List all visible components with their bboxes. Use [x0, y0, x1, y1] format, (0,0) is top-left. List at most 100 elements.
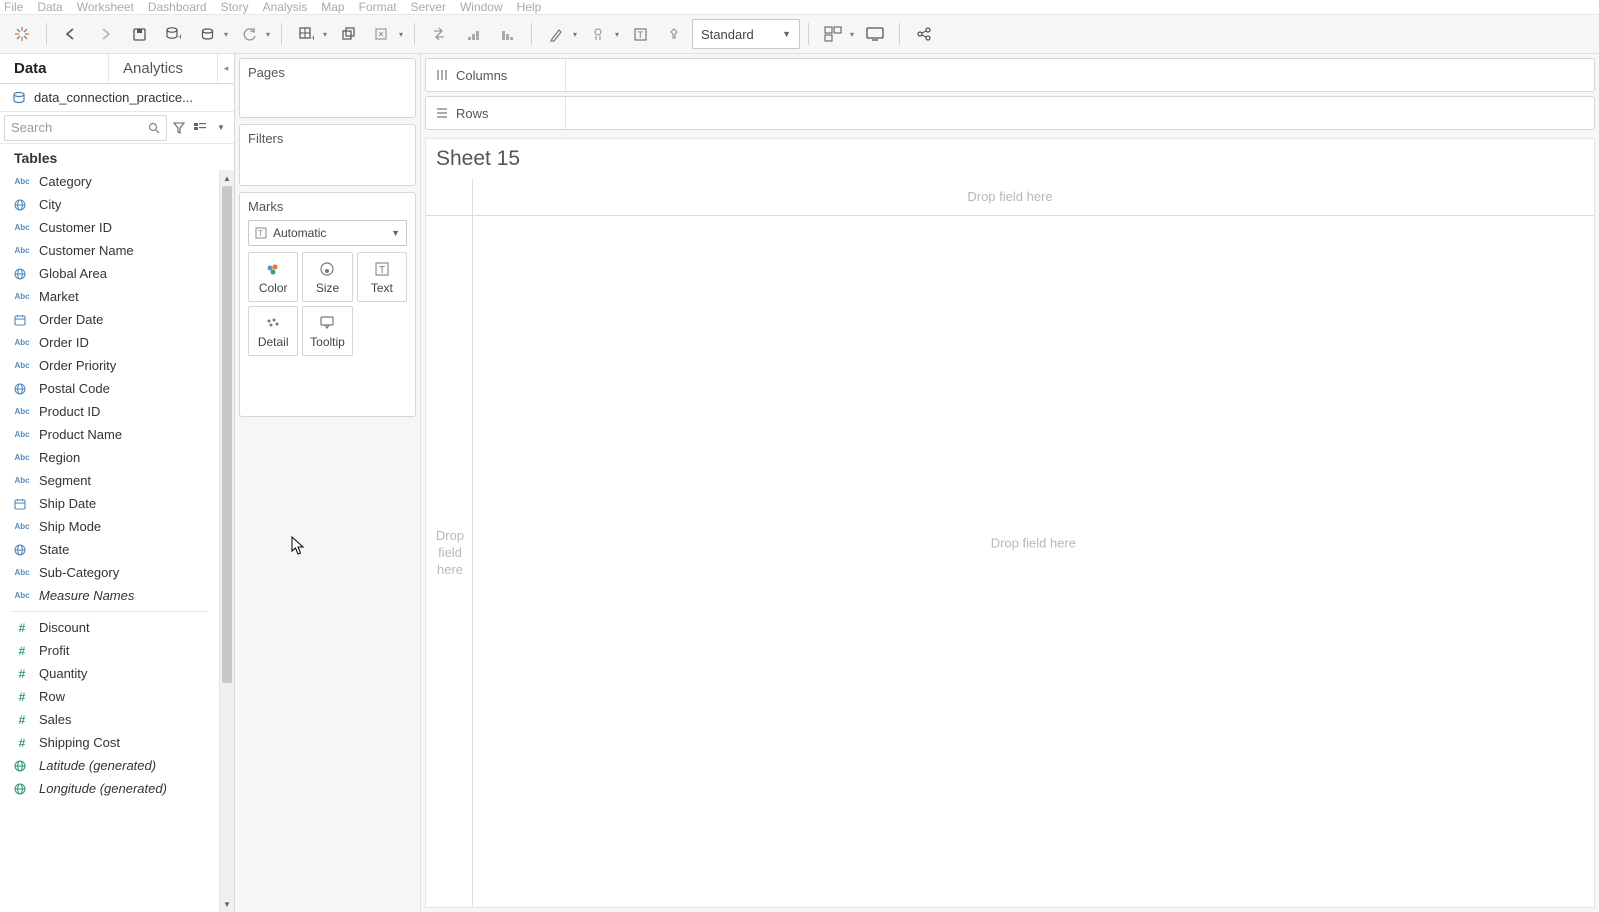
marks-text-button[interactable]: T Text — [357, 252, 407, 302]
field-customer-id[interactable]: AbcCustomer ID — [0, 216, 219, 239]
field-quantity[interactable]: #Quantity — [0, 662, 219, 685]
field-customer-name[interactable]: AbcCustomer Name — [0, 239, 219, 262]
dropdown-caret-icon[interactable]: ▾ — [396, 30, 406, 39]
dropdown-caret-icon[interactable]: ▼ — [212, 116, 230, 140]
field-order-priority[interactable]: AbcOrder Priority — [0, 354, 219, 377]
field-product-id[interactable]: AbcProduct ID — [0, 400, 219, 423]
menu-file[interactable]: File — [4, 0, 23, 14]
dropdown-caret-icon[interactable]: ▾ — [221, 30, 231, 39]
highlight-button[interactable] — [540, 19, 572, 49]
refresh-button[interactable] — [233, 19, 265, 49]
drop-hint-rows: Dropfieldhere — [428, 528, 472, 579]
menu-story[interactable]: Story — [221, 0, 249, 14]
dropdown-caret-icon[interactable]: ▾ — [847, 30, 857, 39]
columns-shelf[interactable]: Columns — [425, 58, 1595, 92]
field-product-name[interactable]: AbcProduct Name — [0, 423, 219, 446]
automatic-mark-icon: T — [255, 227, 267, 239]
tooltip-icon — [319, 314, 335, 332]
view-list-icon[interactable] — [191, 116, 209, 140]
share-button[interactable] — [908, 19, 940, 49]
menu-dashboard[interactable]: Dashboard — [148, 0, 207, 14]
save-button[interactable] — [123, 19, 155, 49]
clear-button[interactable] — [366, 19, 398, 49]
marks-tooltip-button[interactable]: Tooltip — [302, 306, 352, 356]
marks-detail-button[interactable]: Detail — [248, 306, 298, 356]
field-global-area[interactable]: Global Area — [0, 262, 219, 285]
field-measure-names[interactable]: AbcMeasure Names — [0, 584, 219, 607]
field-ship-date[interactable]: Ship Date — [0, 492, 219, 515]
menu-map[interactable]: Map — [321, 0, 344, 14]
labels-button[interactable]: T — [624, 19, 656, 49]
fields-scrollbar[interactable]: ▲ ▼ — [219, 170, 234, 912]
swap-button[interactable] — [423, 19, 455, 49]
pane-menu-icon[interactable]: ◂ — [218, 54, 234, 83]
field-profit[interactable]: #Profit — [0, 639, 219, 662]
pin-button[interactable] — [658, 19, 690, 49]
menu-server[interactable]: Server — [411, 0, 446, 14]
mark-type-select[interactable]: T Automatic ▼ — [248, 220, 407, 246]
datasource-label: data_connection_practice... — [34, 90, 193, 105]
field-order-id[interactable]: AbcOrder ID — [0, 331, 219, 354]
field-region[interactable]: AbcRegion — [0, 446, 219, 469]
menu-help[interactable]: Help — [517, 0, 542, 14]
field-sales[interactable]: #Sales — [0, 708, 219, 731]
field-city[interactable]: City — [0, 193, 219, 216]
visualization-canvas[interactable]: Sheet 15 Drop field here Dropfieldhere D… — [425, 138, 1595, 908]
dropdown-caret-icon[interactable]: ▾ — [263, 30, 273, 39]
forward-button[interactable] — [89, 19, 121, 49]
duplicate-button[interactable] — [332, 19, 364, 49]
datasource-row[interactable]: data_connection_practice... — [0, 84, 234, 112]
menu-format[interactable]: Format — [359, 0, 397, 14]
chevron-down-icon: ▼ — [782, 29, 791, 39]
field-state[interactable]: State — [0, 538, 219, 561]
pages-shelf[interactable]: Pages — [239, 58, 416, 118]
back-button[interactable] — [55, 19, 87, 49]
dropdown-caret-icon[interactable]: ▾ — [612, 30, 622, 39]
show-me-button[interactable] — [817, 19, 849, 49]
data-pane: Data Analytics ◂ data_connection_practic… — [0, 54, 235, 912]
menu-analysis[interactable]: Analysis — [263, 0, 308, 14]
marks-drop-zone[interactable] — [248, 356, 407, 406]
svg-text:T: T — [258, 229, 263, 238]
scroll-up-icon[interactable]: ▲ — [220, 170, 234, 186]
filter-icon[interactable] — [170, 116, 188, 140]
menu-window[interactable]: Window — [460, 0, 503, 14]
dropdown-caret-icon[interactable]: ▾ — [570, 30, 580, 39]
sheet-title[interactable]: Sheet 15 — [426, 139, 1594, 179]
tab-data[interactable]: Data — [0, 54, 109, 83]
marks-size-button[interactable]: Size — [302, 252, 352, 302]
field-row[interactable]: #Row — [0, 685, 219, 708]
field-market[interactable]: AbcMarket — [0, 285, 219, 308]
tableau-logo-icon[interactable] — [6, 19, 38, 49]
field-longitude-generated-[interactable]: Longitude (generated) — [0, 777, 219, 800]
pause-updates-button[interactable] — [191, 19, 223, 49]
field-sub-category[interactable]: AbcSub-Category — [0, 561, 219, 584]
dropdown-caret-icon[interactable]: ▾ — [320, 30, 330, 39]
marks-color-button[interactable]: Color — [248, 252, 298, 302]
sort-asc-button[interactable] — [457, 19, 489, 49]
fit-mode-select[interactable]: Standard ▼ — [692, 19, 800, 49]
scroll-down-icon[interactable]: ▼ — [220, 896, 234, 912]
field-segment[interactable]: AbcSegment — [0, 469, 219, 492]
tab-analytics[interactable]: Analytics — [109, 54, 218, 83]
new-datasource-button[interactable]: + — [157, 19, 189, 49]
menu-data[interactable]: Data — [37, 0, 62, 14]
field-shipping-cost[interactable]: #Shipping Cost — [0, 731, 219, 754]
field-order-date[interactable]: Order Date — [0, 308, 219, 331]
new-worksheet-button[interactable]: + — [290, 19, 322, 49]
group-button[interactable] — [582, 19, 614, 49]
search-input[interactable]: Search — [4, 115, 167, 141]
filters-shelf[interactable]: Filters — [239, 124, 416, 186]
field-latitude-generated-[interactable]: Latitude (generated) — [0, 754, 219, 777]
menu-worksheet[interactable]: Worksheet — [77, 0, 134, 14]
scroll-thumb[interactable] — [222, 186, 232, 683]
field-postal-code[interactable]: Postal Code — [0, 377, 219, 400]
svg-text:+: + — [311, 33, 314, 42]
presentation-button[interactable] — [859, 19, 891, 49]
sort-desc-button[interactable] — [491, 19, 523, 49]
toolbar: + ▾ ▾ + ▾ ▾ ▾ ▾ T Standard ▼ ▾ — [0, 14, 1599, 54]
field-ship-mode[interactable]: AbcShip Mode — [0, 515, 219, 538]
field-discount[interactable]: #Discount — [0, 616, 219, 639]
field-category[interactable]: AbcCategory — [0, 170, 219, 193]
rows-shelf[interactable]: Rows — [425, 96, 1595, 130]
